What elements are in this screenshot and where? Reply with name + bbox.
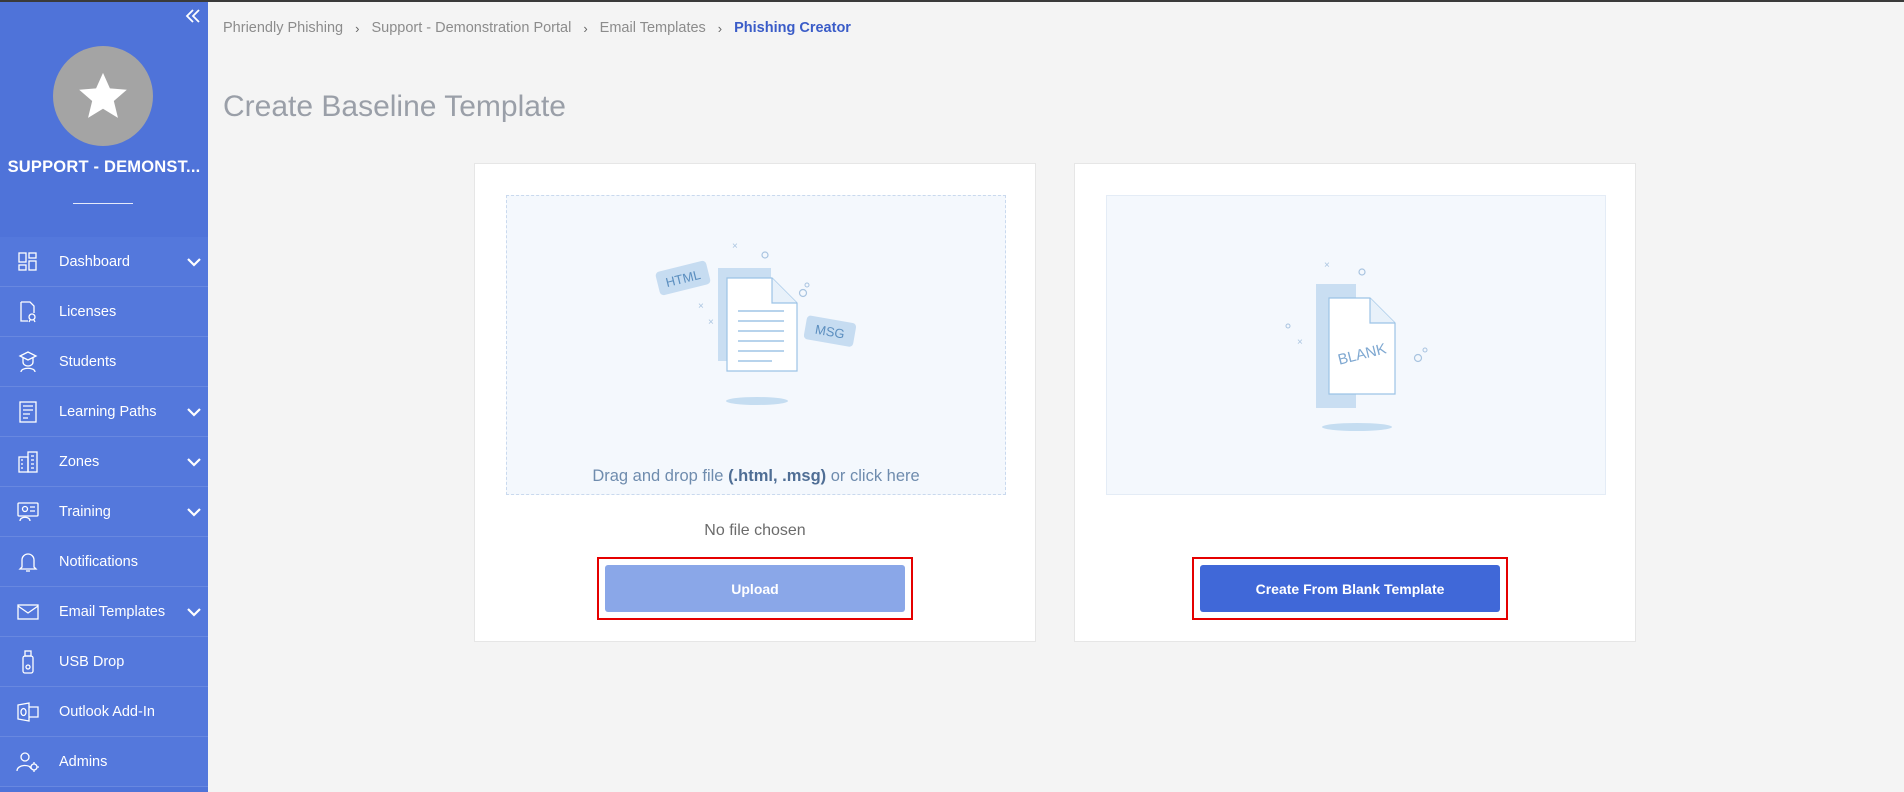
sidebar-item-zones[interactable]: Zones	[0, 437, 208, 487]
sidebar-item-label: Admins	[59, 753, 108, 770]
breadcrumb-current: Phishing Creator	[734, 20, 851, 36]
sidebar: SUPPORT - DEMONST... Dashboard Licenses …	[0, 0, 208, 792]
blank-template-preview[interactable]: × × BLANK	[1106, 195, 1606, 495]
svg-text:×: ×	[1297, 337, 1303, 348]
sidebar-item-label: Zones	[59, 453, 100, 470]
sidebar-item-usb-drop[interactable]: USB Drop	[0, 637, 208, 687]
upload-button-highlight: Upload	[597, 557, 913, 620]
blank-document-illustration: × × BLANK	[1285, 260, 1428, 431]
svg-text:×: ×	[732, 241, 738, 252]
breadcrumb-link-email-templates[interactable]: Email Templates	[600, 20, 706, 36]
breadcrumb-link-home[interactable]: Phriendly Phishing	[223, 20, 343, 36]
breadcrumb: Phriendly Phishing › Support - Demonstra…	[223, 20, 851, 36]
divider	[73, 203, 133, 204]
breadcrumb-separator: ›	[717, 20, 723, 36]
chevron-down-icon[interactable]	[186, 604, 202, 620]
chevron-down-icon[interactable]	[186, 254, 202, 270]
upload-button[interactable]: Upload	[605, 565, 905, 612]
usb-icon	[14, 649, 42, 674]
sidebar-item-students[interactable]: Students	[0, 337, 208, 387]
svg-text:×: ×	[708, 317, 714, 328]
bell-icon	[14, 550, 42, 574]
sidebar-item-label: Dashboard	[59, 253, 130, 270]
breadcrumb-separator: ›	[355, 20, 360, 36]
html-msg-document-illustration: × × × HTML MSG	[655, 241, 857, 405]
sidebar-item-admins[interactable]: Admins	[0, 737, 208, 787]
sidebar-item-label: Email Templates	[59, 603, 166, 620]
envelope-icon	[14, 600, 42, 624]
org-name: SUPPORT - DEMONST...	[7, 158, 201, 176]
avatar[interactable]	[53, 46, 153, 146]
sidebar-nav: Dashboard Licenses Students Learning Pat…	[0, 237, 208, 787]
breadcrumb-separator: ›	[583, 20, 588, 36]
create-from-blank-button[interactable]: Create From Blank Template	[1200, 565, 1500, 612]
star-icon	[79, 72, 127, 118]
outlook-icon	[14, 700, 42, 724]
dropzone-text: Drag and drop file (.html, .msg) or clic…	[507, 467, 1005, 486]
sidebar-item-label: Students	[59, 353, 117, 370]
sidebar-item-learning-paths[interactable]: Learning Paths	[0, 387, 208, 437]
blank-template-card: × × BLANK Create From Blank Template	[1074, 163, 1636, 642]
admin-icon	[14, 750, 42, 774]
sidebar-item-training[interactable]: Training	[0, 487, 208, 537]
sidebar-item-label: USB Drop	[59, 653, 125, 670]
book-icon	[14, 400, 42, 424]
student-icon	[14, 350, 42, 374]
create-button-highlight: Create From Blank Template	[1192, 557, 1508, 620]
collapse-sidebar-icon[interactable]	[182, 4, 204, 28]
breadcrumb-link-portal[interactable]: Support - Demonstration Portal	[371, 20, 571, 36]
sidebar-item-email-templates[interactable]: Email Templates	[0, 587, 208, 637]
sidebar-header: SUPPORT - DEMONST...	[0, 0, 208, 237]
sidebar-item-outlook-add-in[interactable]: Outlook Add-In	[0, 687, 208, 737]
license-icon	[14, 300, 42, 324]
chevron-down-icon[interactable]	[186, 404, 202, 420]
sidebar-item-label: Learning Paths	[59, 403, 157, 420]
sidebar-item-label: Training	[59, 503, 111, 520]
building-icon	[14, 450, 42, 474]
file-dropzone[interactable]: × × × HTML MSG Drag and drop file (.html…	[506, 195, 1006, 495]
sidebar-item-label: Notifications	[59, 553, 138, 570]
chevron-down-icon[interactable]	[186, 454, 202, 470]
file-status: No file chosen	[704, 522, 806, 539]
svg-text:×: ×	[1324, 260, 1330, 271]
sidebar-item-label: Outlook Add-In	[59, 703, 155, 720]
dropzone-suffix: or click here	[826, 467, 920, 485]
sidebar-item-notifications[interactable]: Notifications	[0, 537, 208, 587]
dropzone-extensions: (.html, .msg)	[728, 467, 827, 485]
sidebar-item-dashboard[interactable]: Dashboard	[0, 237, 208, 287]
upload-card: × × × HTML MSG Drag and drop file (.html…	[474, 163, 1036, 642]
window-top-border	[0, 0, 1904, 2]
dashboard-icon	[14, 250, 42, 274]
sidebar-item-licenses[interactable]: Licenses	[0, 287, 208, 337]
training-icon	[14, 500, 42, 524]
chevron-down-icon[interactable]	[186, 504, 202, 520]
sidebar-item-label: Licenses	[59, 303, 117, 320]
svg-text:×: ×	[698, 301, 704, 312]
dropzone-prefix: Drag and drop file	[592, 467, 729, 485]
page-title: Create Baseline Template	[223, 90, 566, 123]
